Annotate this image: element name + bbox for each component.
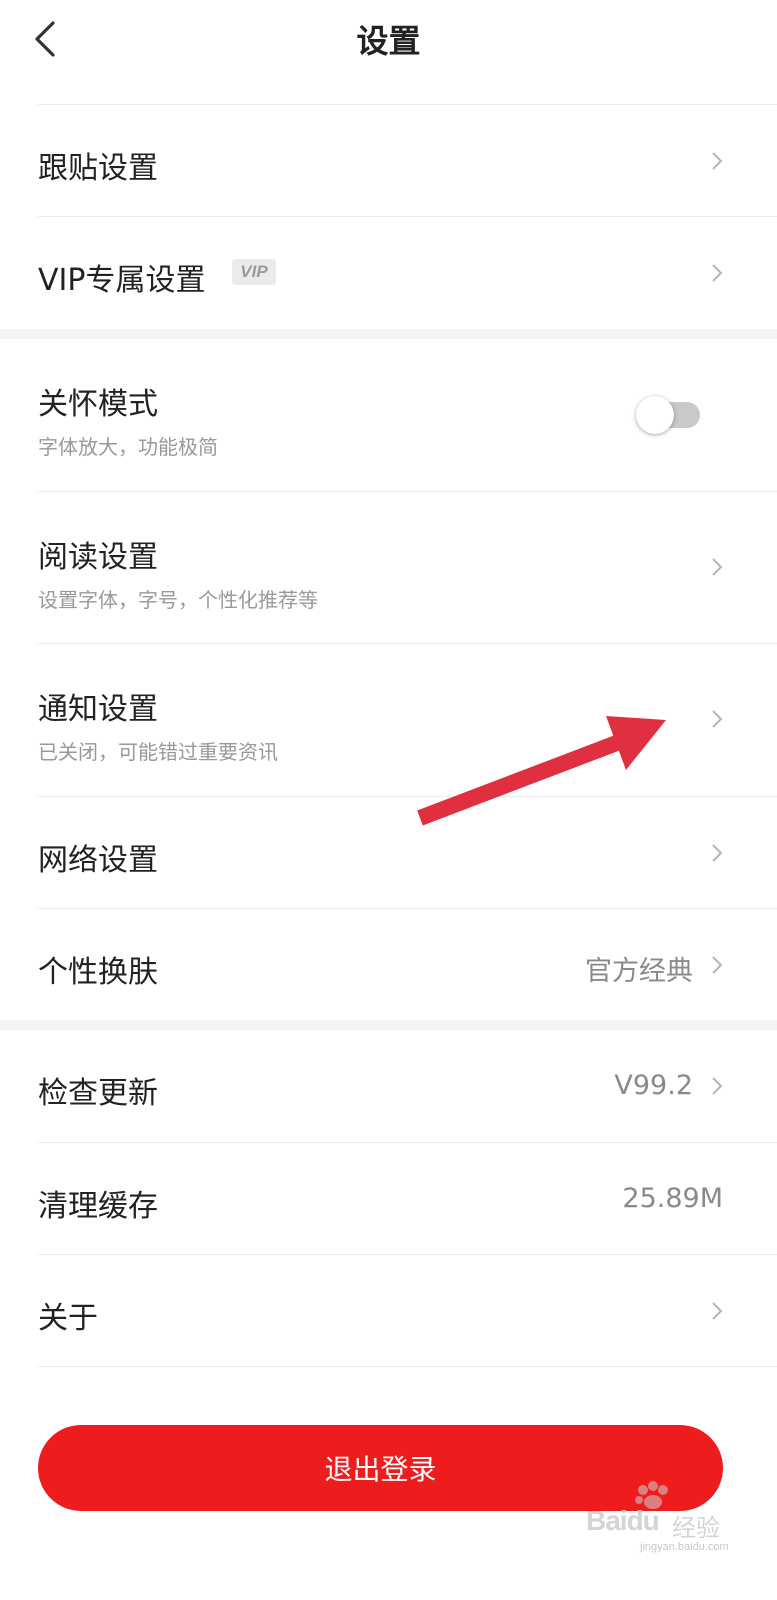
row-follow-post-settings[interactable]: 跟贴设置 bbox=[0, 105, 777, 217]
nav-header: 设置 bbox=[0, 0, 777, 78]
row-value: V99.2 bbox=[614, 1070, 693, 1101]
row-label: 个性换肤 bbox=[38, 955, 158, 990]
chevron-right-icon bbox=[712, 558, 723, 576]
chevron-right-icon bbox=[712, 152, 723, 170]
row-label: 通知设置 bbox=[38, 692, 158, 727]
chevron-right-icon bbox=[712, 264, 723, 282]
chevron-right-icon bbox=[712, 1077, 723, 1095]
chevron-right-icon bbox=[712, 710, 723, 728]
watermark-cn: 经验 bbox=[672, 1514, 720, 1542]
chevron-right-icon bbox=[712, 844, 723, 862]
row-label: 关怀模式 bbox=[38, 387, 158, 422]
row-subtitle: 字体放大，功能极简 bbox=[38, 435, 218, 459]
row-subtitle: 设置字体，字号，个性化推荐等 bbox=[38, 588, 318, 612]
row-about[interactable]: 关于 bbox=[0, 1255, 777, 1366]
row-value: 官方经典 bbox=[585, 956, 693, 987]
row-value: 25.89M bbox=[622, 1183, 723, 1214]
row-label: 清理缓存 bbox=[38, 1189, 158, 1224]
row-subtitle: 已关闭，可能错过重要资讯 bbox=[38, 740, 278, 764]
care-mode-toggle[interactable] bbox=[636, 396, 702, 434]
watermark-brand: Baidu bbox=[586, 1505, 660, 1536]
divider bbox=[38, 1366, 777, 1367]
row-label: VIP专属设置 bbox=[38, 263, 206, 298]
page-title: 设置 bbox=[356, 22, 421, 60]
row-skin-settings[interactable]: 个性换肤 官方经典 bbox=[0, 909, 777, 1020]
row-clear-cache[interactable]: 清理缓存 25.89M bbox=[0, 1143, 777, 1254]
row-reading-settings[interactable]: 阅读设置 设置字体，字号，个性化推荐等 bbox=[0, 492, 777, 644]
red-arrow-icon bbox=[417, 716, 666, 826]
row-label: 跟贴设置 bbox=[38, 151, 158, 186]
chevron-right-icon bbox=[712, 1302, 723, 1320]
section-gap bbox=[0, 329, 777, 339]
row-label: 阅读设置 bbox=[38, 540, 158, 575]
settings-page: 设置 跟贴设置 VIP专属设置 VIP 关怀模式 字体放大，功能极简 阅读设置 … bbox=[0, 0, 777, 1600]
vip-badge: VIP bbox=[232, 259, 276, 285]
watermark-url: jingyan.baidu.com bbox=[640, 1541, 729, 1553]
row-label: 关于 bbox=[38, 1301, 98, 1336]
section-gap bbox=[0, 1020, 777, 1030]
toggle-knob bbox=[636, 396, 674, 434]
row-label: 检查更新 bbox=[38, 1076, 158, 1111]
row-vip-settings[interactable]: VIP专属设置 bbox=[0, 217, 777, 329]
row-label: 网络设置 bbox=[38, 843, 158, 878]
chevron-right-icon bbox=[712, 956, 723, 974]
row-check-update[interactable]: 检查更新 V99.2 bbox=[0, 1030, 777, 1142]
